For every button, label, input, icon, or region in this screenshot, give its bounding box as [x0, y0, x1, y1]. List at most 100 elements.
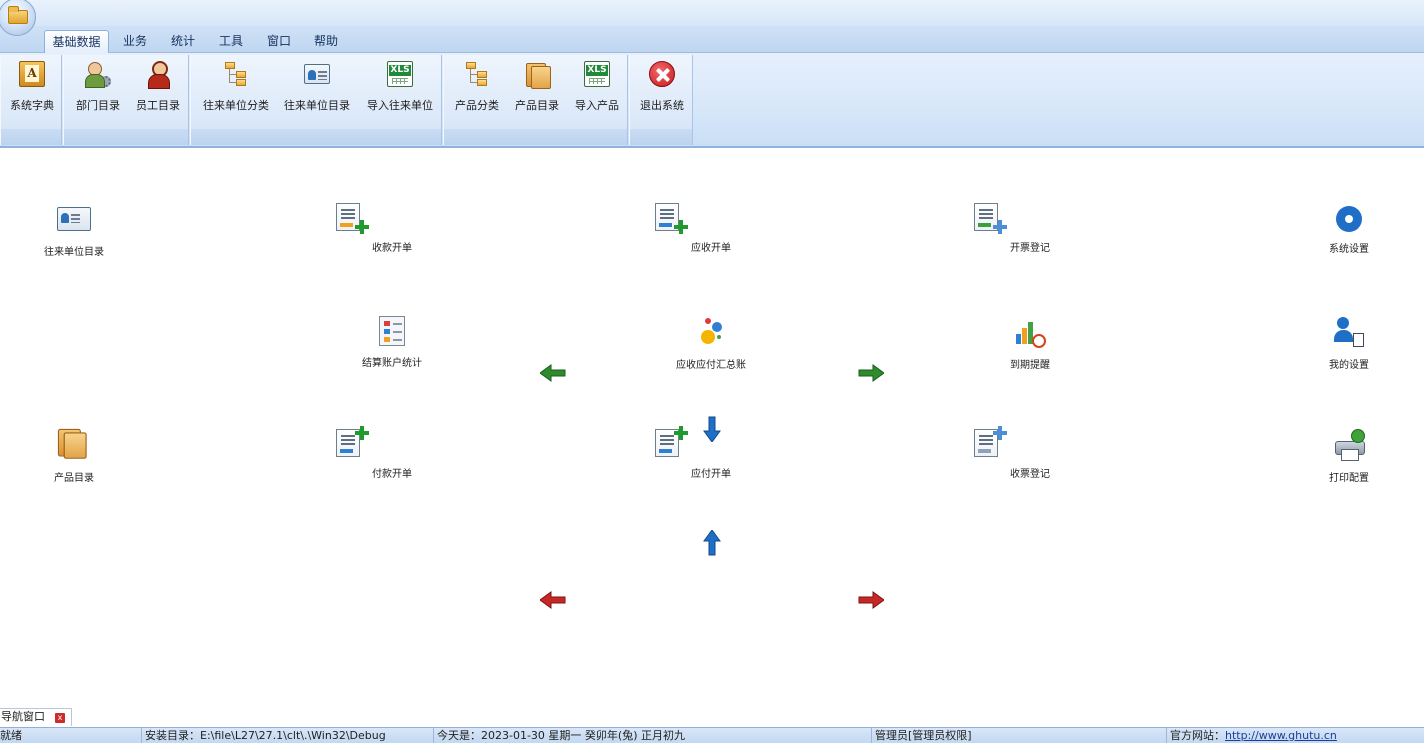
- nav-receipt-label: 收款开单: [372, 243, 412, 254]
- nav-invoice-issue-label: 开票登记: [1010, 243, 1050, 254]
- nav-my-settings-label: 我的设置: [1329, 360, 1369, 371]
- tab-business[interactable]: 业务: [115, 30, 155, 53]
- category-tree-icon: [464, 61, 490, 87]
- arrow-left-red: [539, 590, 566, 610]
- status-state: 就绪: [0, 728, 142, 743]
- partner-directory-label: 往来单位目录: [284, 99, 350, 112]
- arrow-right-green: [858, 363, 885, 383]
- invoice-icon: [974, 426, 1007, 457]
- document-add-icon: [336, 203, 369, 234]
- status-user: 管理员[管理员权限]: [872, 728, 1167, 743]
- nav-due-reminder[interactable]: 到期提醒: [970, 316, 1090, 371]
- import-partners-button[interactable]: 导入往来单位: [363, 61, 437, 121]
- nav-partner-directory-label: 往来单位目录: [44, 247, 104, 258]
- nav-print-settings-label: 打印配置: [1329, 473, 1369, 484]
- nav-receivable-label: 应收开单: [691, 243, 731, 254]
- navigation-window-tab-label: 导航窗口: [1, 710, 45, 723]
- import-products-button[interactable]: 导入产品: [570, 61, 624, 121]
- import-partners-label: 导入往来单位: [367, 99, 433, 112]
- departments-button[interactable]: 部门目录: [70, 61, 126, 121]
- nav-settings-label: 系统设置: [1329, 244, 1369, 255]
- website-link[interactable]: http://www.ghutu.cn: [1225, 729, 1337, 742]
- partner-categories-label: 往来单位分类: [203, 99, 269, 112]
- arrow-right-red: [858, 590, 885, 610]
- exit-button[interactable]: 退出系统: [635, 61, 689, 121]
- partner-categories-button[interactable]: 往来单位分类: [199, 61, 273, 121]
- ribbon-panel: 系统字典 部门目录 员工目录 往来单位分类: [0, 53, 1424, 148]
- document-add-icon: [655, 203, 688, 234]
- partner-directory-button[interactable]: 往来单位目录: [281, 61, 353, 121]
- ribbon-group-staff: 部门目录 员工目录: [63, 55, 189, 145]
- xls-icon: [387, 61, 413, 87]
- nav-ledger[interactable]: 应收应付汇总账: [651, 316, 771, 371]
- employee-icon: [145, 61, 171, 89]
- nav-product-directory-label: 产品目录: [54, 473, 94, 484]
- department-icon: [85, 61, 111, 88]
- summary-ledger-icon: [695, 316, 727, 348]
- nav-product-directory[interactable]: 产品目录: [14, 427, 134, 484]
- book-icon: [19, 61, 45, 87]
- product-categories-label: 产品分类: [455, 99, 499, 112]
- employees-button[interactable]: 员工目录: [130, 61, 186, 121]
- status-website: 官方网站：http://www.ghutu.cn: [1167, 728, 1424, 743]
- list-report-icon: [379, 316, 405, 346]
- employees-label: 员工目录: [136, 99, 180, 112]
- nav-account-stats-label: 结算账户统计: [362, 358, 422, 369]
- title-bar: [0, 0, 1424, 26]
- ribbon-group-partners: 往来单位分类 往来单位目录 导入往来单位: [190, 55, 442, 145]
- document-add-icon: [336, 426, 369, 457]
- tab-basic-data[interactable]: 基础数据: [44, 30, 109, 53]
- nav-payable-label: 应付开单: [691, 469, 731, 480]
- nav-my-settings[interactable]: 我的设置: [1289, 316, 1409, 371]
- import-products-label: 导入产品: [575, 99, 619, 112]
- product-categories-button[interactable]: 产品分类: [450, 61, 504, 121]
- nav-invoice-receive[interactable]: 收票登记: [970, 426, 1090, 480]
- product-directory-label: 产品目录: [515, 99, 559, 112]
- navigation-window-tab[interactable]: 导航窗口 x: [0, 708, 72, 726]
- gear-icon: [1336, 206, 1362, 232]
- category-tree-icon: [223, 61, 249, 87]
- xls-icon: [584, 61, 610, 87]
- nav-invoice-receive-label: 收票登记: [1010, 469, 1050, 480]
- app-window: 基础数据 业务 统计 工具 窗口 帮助 系统字典 部门目录 员工目录: [0, 0, 1424, 743]
- ribbon-group-dictionary: 系统字典: [0, 55, 62, 145]
- status-install-dir: 安装目录：E:\file\L27\27.1\clt\.\Win32\Debug: [142, 728, 434, 743]
- nav-settings[interactable]: 系统设置: [1289, 203, 1409, 255]
- status-date: 今天是：2023-01-30 星期一 癸卯年(兔) 正月初九: [434, 728, 872, 743]
- nav-payment[interactable]: 付款开单: [332, 426, 452, 480]
- tab-window[interactable]: 窗口: [259, 30, 299, 53]
- arrow-left-green: [539, 363, 566, 383]
- dictionary-button[interactable]: 系统字典: [5, 61, 59, 121]
- close-icon[interactable]: x: [55, 713, 65, 723]
- departments-label: 部门目录: [76, 99, 120, 112]
- arrow-up-blue: [702, 529, 722, 556]
- nav-print-settings[interactable]: 打印配置: [1289, 429, 1409, 484]
- close-circle-icon: [649, 61, 675, 87]
- invoice-icon: [974, 203, 1007, 234]
- exit-label: 退出系统: [640, 99, 684, 112]
- tab-statistics[interactable]: 统计: [163, 30, 203, 53]
- status-bar: 就绪 安装目录：E:\file\L27\27.1\clt\.\Win32\Deb…: [0, 727, 1424, 743]
- ribbon-tab-row: 基础数据 业务 统计 工具 窗口 帮助: [0, 26, 1424, 53]
- status-website-label: 官方网站：: [1170, 729, 1225, 742]
- product-directory-button[interactable]: 产品目录: [510, 61, 564, 121]
- nav-invoice-issue[interactable]: 开票登记: [970, 203, 1090, 254]
- ribbon-group-exit: 退出系统: [629, 55, 693, 145]
- nav-due-reminder-label: 到期提醒: [1010, 360, 1050, 371]
- nav-receivable[interactable]: 应收开单: [651, 203, 771, 254]
- nav-payment-label: 付款开单: [372, 469, 412, 480]
- nav-payable[interactable]: 应付开单: [651, 426, 771, 480]
- nav-partner-directory[interactable]: 往来单位目录: [14, 203, 134, 258]
- tab-tools[interactable]: 工具: [211, 30, 251, 53]
- tab-help[interactable]: 帮助: [306, 30, 346, 53]
- folder-open-icon: [8, 6, 28, 24]
- chart-clock-icon: [1014, 316, 1046, 348]
- nav-receipt[interactable]: 收款开单: [332, 203, 452, 254]
- folders-icon: [56, 427, 93, 464]
- dictionary-label: 系统字典: [10, 99, 54, 112]
- ribbon-group-products: 产品分类 产品目录 导入产品: [443, 55, 628, 145]
- contact-card-icon: [304, 64, 330, 84]
- document-add-icon: [655, 426, 688, 457]
- navigation-canvas: 往来单位目录 收款开单 应收开单 开票登记 系统设置 结算账户统计 应收应付汇总…: [0, 150, 1424, 708]
- nav-account-stats[interactable]: 结算账户统计: [332, 316, 452, 369]
